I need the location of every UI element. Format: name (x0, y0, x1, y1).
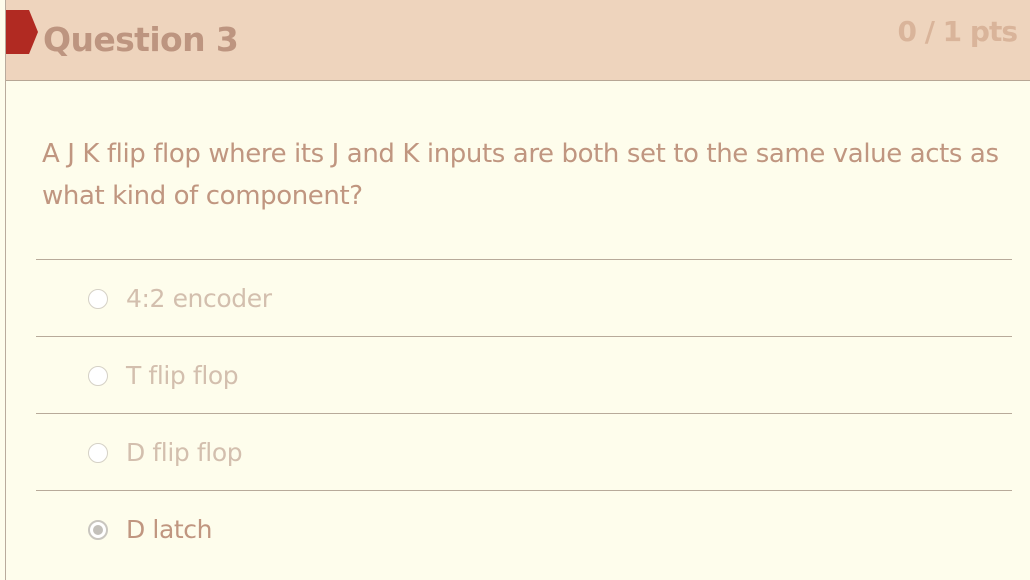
answer-label: D flip flop (126, 438, 243, 467)
answer-label: T flip flop (126, 361, 239, 390)
answer-option-selected[interactable]: D latch (36, 491, 1012, 568)
answer-label: 4:2 encoder (126, 284, 272, 313)
answer-label: D latch (126, 515, 213, 544)
radio-button[interactable] (88, 289, 108, 309)
question-header: Question 3 0 / 1 pts (6, 0, 1030, 81)
radio-button[interactable] (88, 366, 108, 386)
answer-list: 4:2 encoder T flip flop D flip flop D la… (36, 259, 1012, 568)
answer-option[interactable]: D flip flop (36, 414, 1012, 491)
question-text: A J K flip flop where its J and K inputs… (42, 139, 999, 211)
incorrect-flag-icon (6, 10, 38, 54)
answer-option[interactable]: 4:2 encoder (36, 260, 1012, 337)
radio-button-selected[interactable] (88, 520, 108, 540)
question-title: Question 3 (43, 20, 239, 59)
radio-button[interactable] (88, 443, 108, 463)
question-points: 0 / 1 pts (897, 15, 1018, 48)
answer-option[interactable]: T flip flop (36, 337, 1012, 414)
